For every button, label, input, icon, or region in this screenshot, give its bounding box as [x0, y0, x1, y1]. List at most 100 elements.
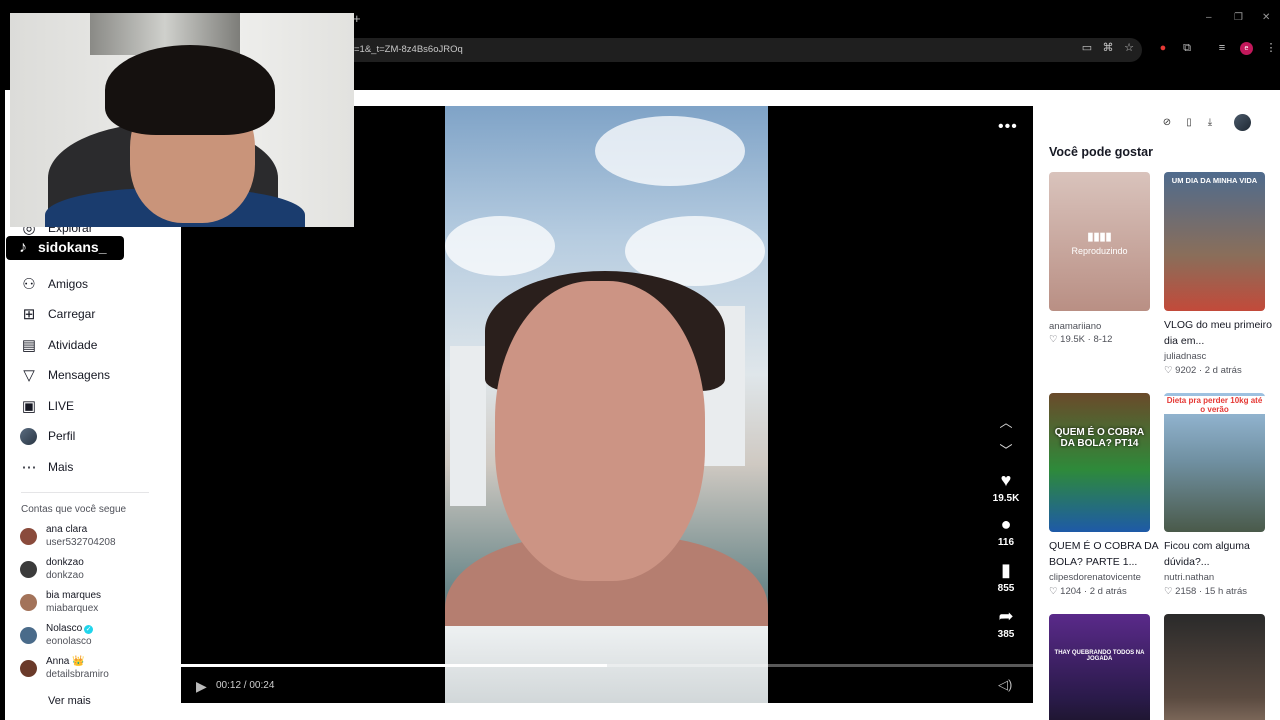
share-count: 385 — [997, 629, 1015, 640]
card-author[interactable]: juliadnasc — [1164, 351, 1206, 362]
profile-avatar — [20, 428, 37, 445]
card-author[interactable]: clipesdorenatovicente — [1049, 572, 1141, 583]
sidebar-item-atividade[interactable]: ▤ Atividade — [19, 335, 169, 357]
close-window-icon[interactable]: ✕ — [1262, 12, 1270, 23]
sidebar-item-label: Mais — [48, 460, 74, 474]
followed-account[interactable]: bia marques miabarquex — [20, 590, 170, 618]
card-title[interactable]: Ficou com alguma dúvida?... — [1164, 538, 1274, 570]
url-text[interactable]: =1&_t=ZM-8z4Bs6oJROq — [354, 44, 463, 55]
video-thumbnail[interactable]: Dieta pra perder 10kg até o verão — [1164, 393, 1265, 532]
save-button[interactable]: ▮ 855 — [989, 560, 1023, 594]
card-likes: 2158 — [1175, 586, 1197, 597]
video-frame[interactable] — [445, 106, 768, 703]
followed-account[interactable]: donkzao donkzao — [20, 557, 170, 585]
card-author[interactable]: anamariiano — [1049, 321, 1101, 332]
card-author[interactable]: nutri.nathan — [1164, 572, 1214, 583]
followed-account[interactable]: Nolasco ✓ eonolasco — [20, 623, 170, 651]
avatar — [20, 528, 37, 545]
address-bar[interactable]: =1&_t=ZM-8z4Bs6oJROq — [352, 38, 1142, 62]
heart-icon: ♥ — [1000, 470, 1012, 490]
video-thumbnail[interactable] — [1164, 614, 1265, 720]
avatar — [20, 627, 37, 644]
card-date: 15 h atrás — [1204, 586, 1247, 597]
account-name-text: Nolasco — [46, 623, 83, 634]
next-video-chevron-icon[interactable]: ﹀ — [998, 440, 1014, 459]
pillar-shape — [450, 346, 486, 506]
see-more-link[interactable]: Ver mais — [48, 695, 91, 707]
sidebar-item-label: Atividade — [48, 338, 98, 352]
sidebar-divider — [21, 492, 149, 493]
person-face — [495, 281, 705, 581]
sidebar-item-amigos[interactable]: ⚇ Amigos — [19, 274, 169, 296]
streamer-name: sidokans_ — [38, 239, 107, 255]
account-display-name: Anna 👑 — [46, 656, 85, 667]
card-date: 8-12 — [1093, 334, 1113, 345]
maximize-icon[interactable]: ❐ — [1234, 12, 1243, 23]
card-title[interactable]: VLOG do meu primeiro dia em... — [1164, 317, 1274, 349]
comment-count: 116 — [997, 537, 1015, 548]
friends-icon: ⚇ — [22, 276, 36, 293]
video-thumbnail[interactable]: UM DIA DA MINHA VIDA — [1164, 172, 1265, 311]
card-meta: ♡ 19.5K · 8-12 — [1049, 334, 1113, 345]
cloud-shape — [595, 116, 745, 186]
video-thumbnail[interactable]: ▮▮▮▮ Reproduzindo — [1049, 172, 1150, 311]
bookmark-icon: ▮ — [1001, 560, 1011, 580]
minimize-icon[interactable]: – — [1206, 12, 1212, 23]
activity-icon: ▤ — [21, 337, 37, 354]
sidebar-item-label: Carregar — [48, 307, 96, 321]
followed-account[interactable]: ana clara user532704208 — [20, 524, 170, 552]
comment-icon: ● — [1000, 514, 1012, 534]
account-display-name: ana clara — [46, 524, 88, 535]
thumbnail-caption: UM DIA DA MINHA VIDA — [1171, 176, 1258, 185]
like-count: 19.5K — [992, 493, 1020, 504]
share-arrow-icon: ➦ — [998, 606, 1014, 626]
playing-bars-icon: ▮▮▮▮ — [1087, 231, 1112, 243]
thumbnail-caption: Dieta pra perder 10kg até o verão — [1164, 396, 1265, 414]
streamer-hair — [105, 45, 275, 135]
followed-account[interactable]: Anna 👑 detailsbramiro — [20, 656, 170, 684]
sidebar-item-mensagens[interactable]: ▽ Mensagens — [19, 365, 169, 387]
mobile-icon[interactable]: ▯ — [1182, 116, 1196, 130]
account-handle: miabarquex — [46, 603, 99, 614]
card-likes: 9202 — [1175, 365, 1197, 376]
more-icon: ⋯ — [21, 459, 37, 476]
browser-menu-icon[interactable]: ⋮ — [1264, 41, 1278, 55]
sidebar-item-carregar[interactable]: ⊞ Carregar — [19, 304, 169, 326]
extension-red-icon[interactable]: ● — [1156, 41, 1170, 55]
previous-video-chevron-icon[interactable]: ︿ — [998, 412, 1014, 431]
like-button[interactable]: ♥ 19.5K — [989, 470, 1023, 504]
tiktok-logo-icon: ♪ — [19, 239, 27, 256]
webcam-overlay — [10, 13, 354, 227]
video-progress-bar[interactable] — [181, 664, 1033, 667]
play-icon[interactable]: ▶ — [196, 678, 207, 695]
avatar — [20, 594, 37, 611]
messages-icon: ▽ — [23, 367, 35, 384]
card-likes: 19.5K — [1060, 334, 1085, 345]
card-meta: ♡ 2158 · 15 h atrás — [1164, 586, 1247, 597]
cast-icon[interactable]: ▭ — [1080, 41, 1094, 55]
sidebar-item-mais[interactable]: ⋯ Mais — [19, 457, 169, 479]
sidebar-item-live[interactable]: ▣ LIVE — [19, 396, 169, 418]
extensions-puzzle-icon[interactable]: ⧉ — [1180, 41, 1194, 55]
translate-icon[interactable]: ⌘ — [1101, 41, 1115, 55]
comment-button[interactable]: ● 116 — [989, 514, 1023, 548]
new-tab-button[interactable]: + — [353, 11, 361, 26]
download-icon[interactable]: ⤓ — [1203, 116, 1217, 130]
media-controls-icon[interactable]: ≡ — [1215, 41, 1229, 55]
volume-icon[interactable]: ◁) — [998, 677, 1012, 693]
compass-icon[interactable]: ⊘ — [1160, 116, 1174, 130]
video-thumbnail[interactable]: THAY QUEBRANDO TODOS NA JOGADA — [1049, 614, 1150, 720]
share-button[interactable]: ➦ 385 — [989, 606, 1023, 640]
card-title[interactable]: QUEM É O COBRA DA BOLA? PARTE 1... — [1049, 538, 1159, 570]
card-meta: ♡ 9202 · 2 d atrás — [1164, 365, 1242, 376]
sidebar-item-perfil[interactable]: Perfil — [19, 426, 169, 448]
account-handle: eonolasco — [46, 636, 92, 647]
card-meta: ♡ 1204 · 2 d atrás — [1049, 586, 1127, 597]
video-thumbnail[interactable]: QUEM É O COBRA DA BOLA? PT14 — [1049, 393, 1150, 532]
profile-avatar-icon[interactable]: e — [1240, 42, 1253, 55]
bookmark-star-icon[interactable]: ☆ — [1122, 41, 1136, 55]
avatar[interactable] — [1234, 114, 1251, 131]
live-icon: ▣ — [21, 398, 37, 415]
progress-fill — [181, 664, 607, 667]
more-options-icon[interactable]: ••• — [998, 118, 1018, 136]
